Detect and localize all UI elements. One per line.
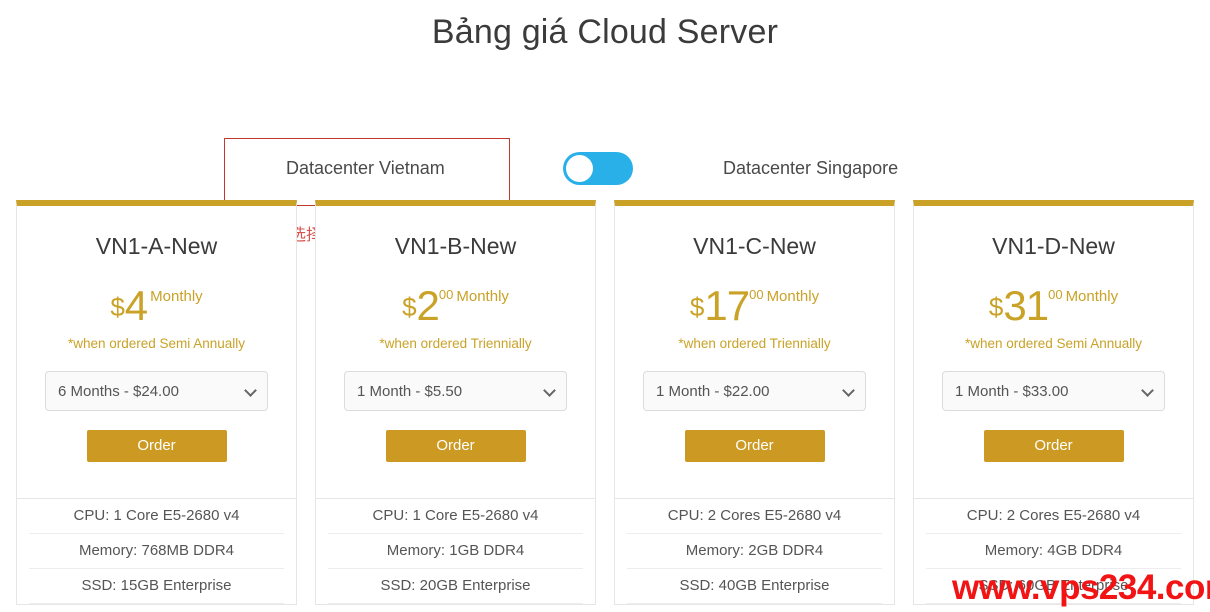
datacenter-toggle[interactable] [563,152,633,185]
price-block: $1700 Monthly [625,285,884,343]
spec-row-cpu: CPU: 1 Core E5-2680 v4 [328,499,583,534]
spec-list: CPU: 2 Cores E5-2680 v4 Memory: 2GB DDR4… [615,499,894,604]
billing-term-select-wrapper: 6 Months - $24.00 [45,371,268,411]
card-header: VN1-A-New $4 Monthly *when ordered Semi A… [17,206,296,476]
spec-row-memory: Memory: 1GB DDR4 [328,534,583,569]
toggle-knob [566,155,593,182]
order-button[interactable]: Order [684,430,825,462]
price-amount: 4 [124,282,148,329]
spec-row-memory: Memory: 768MB DDR4 [29,534,284,569]
billing-term-select[interactable]: 1 Month - $5.50 [344,371,567,411]
plan-name: VN1-D-New [992,233,1115,259]
spec-row-memory: Memory: 4GB DDR4 [926,534,1181,569]
price-amount: 31 [1003,282,1049,329]
billing-term-select-wrapper: 1 Month - $5.50 [344,371,567,411]
site-watermark: www.vps234.com [952,568,1210,607]
spec-row-cpu: CPU: 2 Cores E5-2680 v4 [926,499,1181,534]
price-cents: 00 [438,287,454,302]
plan-name: VN1-A-New [95,233,218,259]
currency-symbol: $ [689,292,705,322]
billing-term-select-wrapper: 1 Month - $33.00 [942,371,1165,411]
spec-list: CPU: 1 Core E5-2680 v4 Memory: 1GB DDR4 … [316,499,595,604]
pricing-card: VN1-D-New $3100 Monthly *when ordered Sem… [913,200,1194,605]
currency-symbol: $ [402,292,417,322]
billing-term-select-wrapper: 1 Month - $22.00 [643,371,866,411]
price-block: $4 Monthly [27,285,286,343]
order-button[interactable]: Order [86,430,227,462]
card-header: VN1-B-New $200 Monthly *when ordered Trie… [316,206,595,476]
spec-row-memory: Memory: 2GB DDR4 [627,534,882,569]
pricing-card: VN1-B-New $200 Monthly *when ordered Trie… [315,200,596,605]
price-amount: 2 [416,282,440,329]
spec-row-ssd: SSD: 40GB Enterprise [627,569,882,604]
price-block: $200 Monthly [326,285,585,343]
pricing-card: VN1-A-New $4 Monthly *when ordered Semi A… [16,200,297,605]
order-button[interactable]: Order [385,430,526,462]
spec-list: CPU: 1 Core E5-2680 v4 Memory: 768MB DDR… [17,499,296,604]
currency-symbol: $ [110,292,125,322]
price-period: Monthly [456,288,509,305]
price-cents: 00 [1048,287,1063,302]
spec-row-ssd: SSD: 15GB Enterprise [29,569,284,604]
pricing-card-list: VN1-A-New $4 Monthly *when ordered Semi A… [16,200,1196,605]
plan-name: VN1-B-New [394,233,517,259]
card-header: VN1-C-New $1700 Monthly *when ordered Tri… [615,206,894,476]
price-cents: 00 [749,287,764,302]
billing-term-select[interactable]: 1 Month - $22.00 [643,371,866,411]
price-period: Monthly [766,288,820,305]
datacenter-switcher: Datacenter Vietnam Datacenter Singapore … [0,54,1210,244]
price-block: $3100 Monthly [924,285,1183,343]
page-title: Bảng giá Cloud Server [431,13,779,51]
plan-name: VN1-C-New [693,233,816,259]
price-amount: 17 [704,282,750,329]
price-period: Monthly [150,288,203,305]
spec-row-ssd: SSD: 20GB Enterprise [328,569,583,604]
card-header: VN1-D-New $3100 Monthly *when ordered Sem… [914,206,1193,476]
pricing-card: VN1-C-New $1700 Monthly *when ordered Tri… [614,200,895,605]
spec-row-cpu: CPU: 2 Cores E5-2680 v4 [627,499,882,534]
annotation-highlight-box [224,138,510,206]
spec-row-cpu: CPU: 1 Core E5-2680 v4 [29,499,284,534]
currency-symbol: $ [988,292,1004,322]
billing-term-select[interactable]: 1 Month - $33.00 [942,371,1165,411]
price-period: Monthly [1065,288,1119,305]
order-button[interactable]: Order [983,430,1124,462]
billing-term-select[interactable]: 6 Months - $24.00 [45,371,268,411]
datacenter-singapore-label[interactable]: Datacenter Singapore [723,158,898,179]
